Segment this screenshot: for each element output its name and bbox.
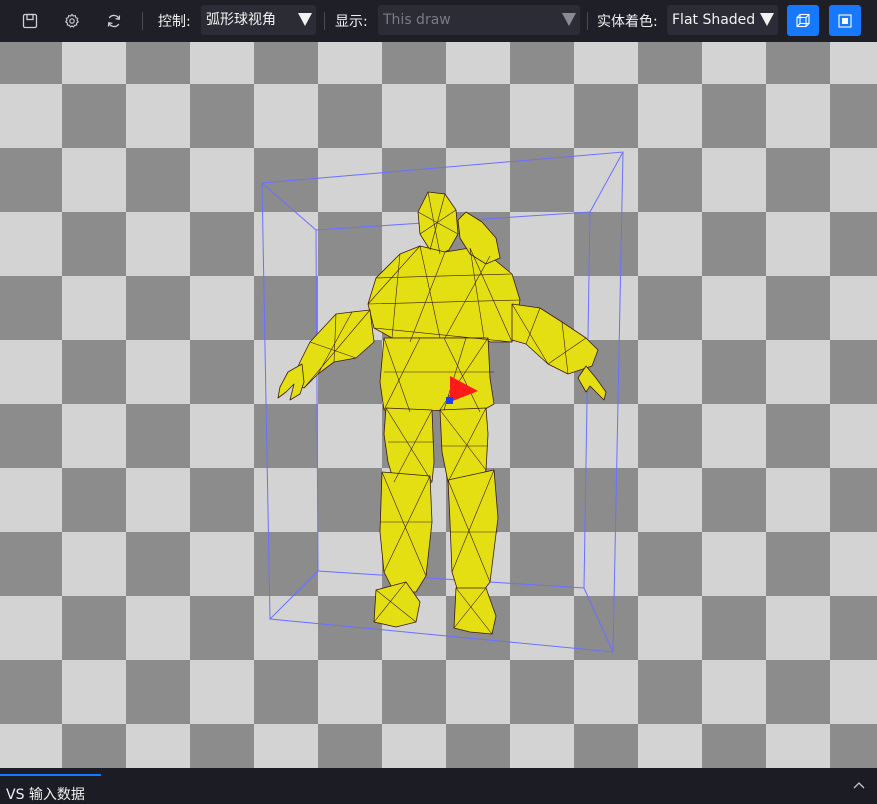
display-label: 显示: [335, 14, 368, 30]
control-dropdown[interactable]: 弧形球视角 [201, 5, 316, 35]
shading-dropdown[interactable]: Flat Shaded [667, 5, 778, 35]
control-label: 控制: [158, 14, 191, 30]
gear-icon [64, 13, 80, 28]
gizmo-center[interactable] [446, 397, 453, 404]
bounding-box-toggle[interactable] [787, 5, 819, 36]
refresh-button[interactable] [101, 8, 127, 34]
mesh-viewport[interactable] [0, 42, 877, 768]
tab-vs-input-label: VS 输入数据 [6, 787, 85, 803]
chevron-up-icon[interactable] [851, 778, 867, 794]
chevron-down-icon [760, 13, 774, 26]
toolbar-divider [324, 12, 325, 30]
chevron-down-icon [298, 13, 312, 26]
solid-square-icon [838, 13, 852, 28]
refresh-icon [107, 14, 121, 28]
shading-label: 实体着色: [597, 14, 658, 30]
shading-value: Flat Shaded [672, 12, 756, 28]
bottom-panel-bar: VS 输入数据 [0, 768, 877, 803]
save-icon [22, 13, 38, 29]
toolbar-divider [587, 12, 588, 30]
toolbar-divider [142, 12, 143, 30]
bounding-box-icon [796, 13, 810, 27]
chevron-down-icon [562, 13, 576, 26]
display-value: This draw [383, 12, 451, 28]
display-dropdown[interactable]: This draw [378, 5, 580, 35]
control-value: 弧形球视角 [206, 12, 276, 28]
viewport-canvas [0, 42, 877, 768]
save-button[interactable] [17, 8, 43, 34]
settings-button[interactable] [59, 8, 85, 34]
tab-vs-input[interactable]: VS 输入数据 [0, 774, 101, 803]
toolbar: 控制: 弧形球视角 显示: This draw 实体着色: Flat Shade… [0, 0, 877, 42]
solid-view-toggle[interactable] [829, 5, 861, 36]
